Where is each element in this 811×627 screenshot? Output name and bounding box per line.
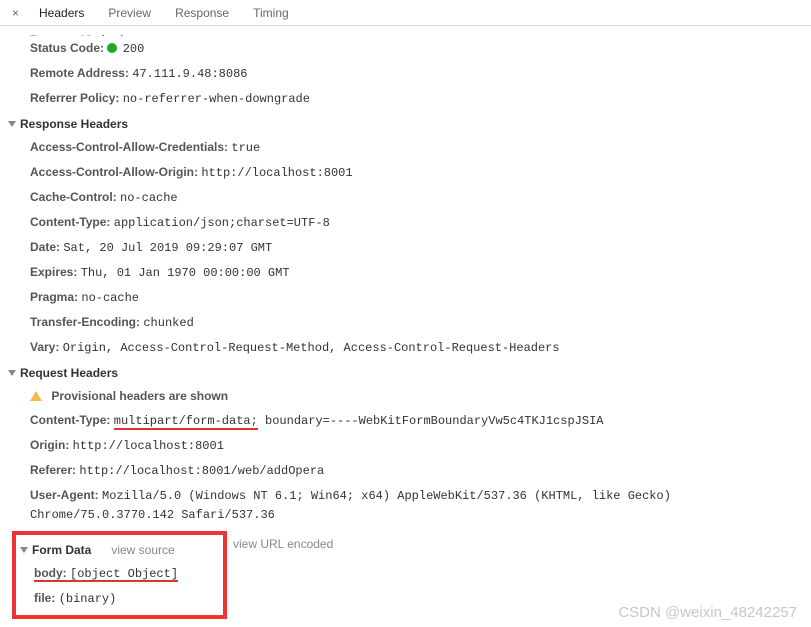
ua-value: Mozilla/5.0 (Windows NT 6.1; Win64; x64)… xyxy=(30,489,671,522)
file-label: file: xyxy=(34,591,55,605)
status-code-value: 200 xyxy=(123,42,145,56)
cache-value: no-cache xyxy=(120,191,178,205)
row-referrer-policy: Referrer Policy: no-referrer-when-downgr… xyxy=(8,86,811,111)
referrer-policy-label: Referrer Policy: xyxy=(30,91,119,105)
referrer-policy-value: no-referrer-when-downgrade xyxy=(123,92,310,106)
date-label: Date: xyxy=(30,240,60,254)
tab-timing[interactable]: Timing xyxy=(241,1,301,25)
file-value: (binary) xyxy=(59,592,117,606)
origin-value: http://localhost:8001 xyxy=(73,439,224,453)
request-headers-title: Request Headers xyxy=(20,366,118,380)
body-value: [object Object] xyxy=(70,567,178,581)
pragma-value: no-cache xyxy=(81,291,139,305)
acac-label: Access-Control-Allow-Credentials: xyxy=(30,140,228,154)
tab-preview[interactable]: Preview xyxy=(96,1,163,25)
acao-label: Access-Control-Allow-Origin: xyxy=(30,165,198,179)
cache-label: Cache-Control: xyxy=(30,190,117,204)
headers-panel: Request Method: POST Status Code: 200 Re… xyxy=(0,26,811,627)
tenc-value: chunked xyxy=(143,316,193,330)
chevron-down-icon xyxy=(8,370,16,376)
row-remote-address: Remote Address: 47.111.9.48:8086 xyxy=(8,61,811,86)
request-method-label: Request Method: xyxy=(30,33,127,36)
tenc-label: Transfer-Encoding: xyxy=(30,315,140,329)
request-method-value: POST xyxy=(131,34,160,36)
status-code-label: Status Code: xyxy=(30,41,104,55)
referer-label: Referer: xyxy=(30,463,76,477)
req-ctype-highlight: multipart/form-data; xyxy=(114,414,258,430)
row-provisional: Provisional headers are shown xyxy=(8,384,811,408)
expires-label: Expires: xyxy=(30,265,77,279)
body-label: body: xyxy=(34,566,67,580)
form-data-highlight-box: Form Data view source body: [object Obje… xyxy=(12,531,227,619)
section-response-headers[interactable]: Response Headers xyxy=(8,111,811,135)
acac-value: true xyxy=(231,141,260,155)
row-form-file: file: (binary) xyxy=(16,586,223,611)
form-data-title: Form Data xyxy=(32,543,91,557)
response-headers-title: Response Headers xyxy=(20,117,128,131)
origin-label: Origin: xyxy=(30,438,69,452)
view-url-encoded-link[interactable]: view URL encoded xyxy=(233,537,333,551)
chevron-down-icon xyxy=(8,121,16,127)
ua-label: User-Agent: xyxy=(30,488,99,502)
remote-address-label: Remote Address: xyxy=(30,66,129,80)
tab-headers[interactable]: Headers xyxy=(27,1,96,25)
date-value: Sat, 20 Jul 2019 09:29:07 GMT xyxy=(63,241,272,255)
vary-label: Vary: xyxy=(30,340,59,354)
devtools-tabs: × Headers Preview Response Timing xyxy=(0,0,811,26)
section-form-data[interactable]: Form Data view source xyxy=(16,537,223,561)
pragma-label: Pragma: xyxy=(30,290,78,304)
req-ctype-rest: boundary=----WebKitFormBoundaryVw5c4TKJ1… xyxy=(258,414,604,428)
remote-address-value: 47.111.9.48:8086 xyxy=(132,67,247,81)
row-req-content-type: Content-Type: multipart/form-data; bound… xyxy=(8,408,811,433)
expires-value: Thu, 01 Jan 1970 00:00:00 GMT xyxy=(81,266,290,280)
chevron-down-icon xyxy=(20,547,28,553)
vary-value: Origin, Access-Control-Request-Method, A… xyxy=(63,341,560,355)
resp-ctype-label: Content-Type: xyxy=(30,215,110,229)
req-ctype-label: Content-Type: xyxy=(30,413,110,427)
status-dot-icon xyxy=(107,43,117,53)
tab-response[interactable]: Response xyxy=(163,1,241,25)
view-source-link[interactable]: view source xyxy=(111,543,174,557)
section-request-headers[interactable]: Request Headers xyxy=(8,360,811,384)
row-status-code: Status Code: 200 xyxy=(8,36,811,61)
warning-icon xyxy=(30,391,42,401)
referer-value: http://localhost:8001/web/addOpera xyxy=(79,464,324,478)
close-icon[interactable]: × xyxy=(4,6,27,20)
acao-value: http://localhost:8001 xyxy=(201,166,352,180)
provisional-text: Provisional headers are shown xyxy=(51,389,228,403)
resp-ctype-value: application/json;charset=UTF-8 xyxy=(114,216,330,230)
